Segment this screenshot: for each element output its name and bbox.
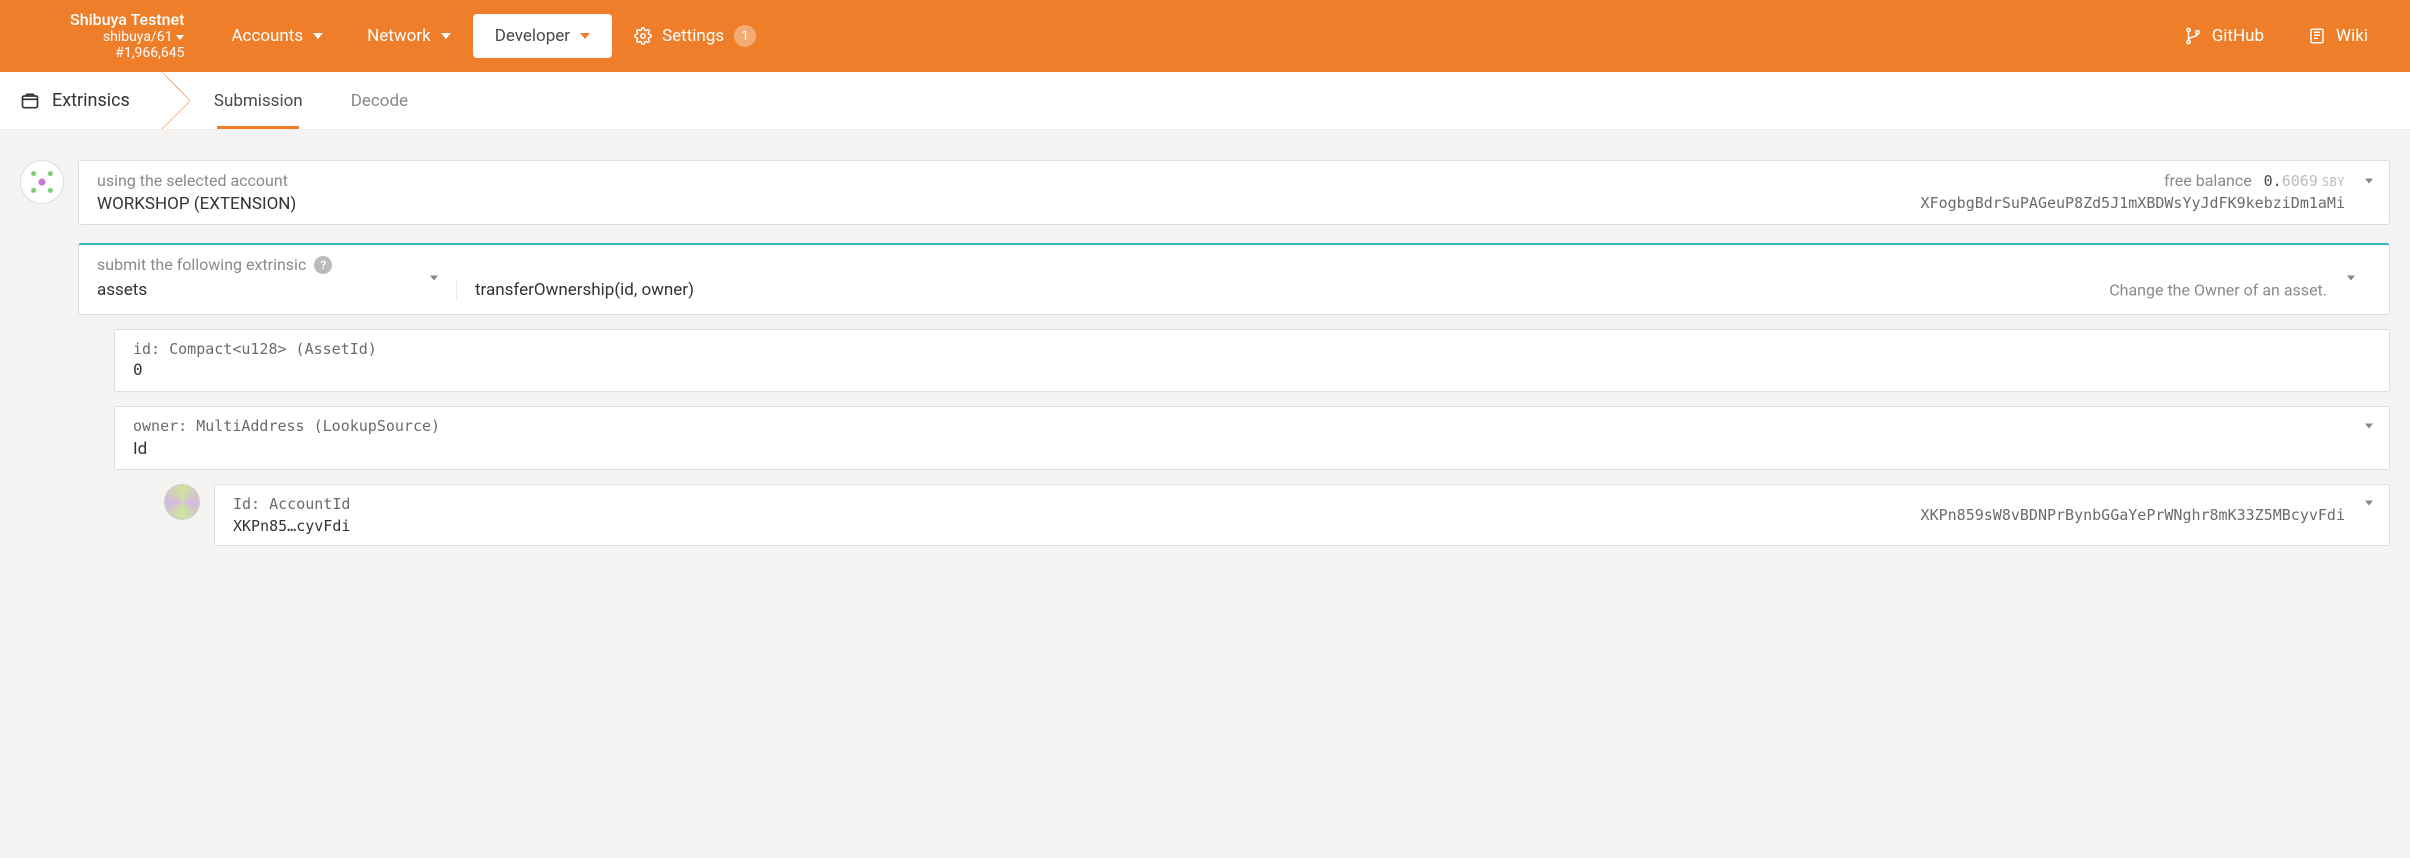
chevron-down-icon [176, 35, 184, 40]
param-id-row: id: Compact<u128> (AssetId) [78, 329, 2390, 392]
help-icon[interactable]: ? [314, 256, 332, 274]
extrinsic-row: submit the following extrinsic ? assets … [20, 243, 2390, 315]
network-block: #1,966,645 [115, 45, 184, 61]
nav-developer[interactable]: Developer [473, 14, 612, 58]
extrinsics-icon [20, 91, 40, 111]
extrinsic-selector: submit the following extrinsic ? assets … [78, 243, 2390, 315]
chevron-down-icon [430, 281, 438, 300]
chevron-down-icon [580, 33, 590, 39]
network-name: Shibuya Testnet [70, 11, 184, 29]
tab-submission[interactable]: Submission [190, 72, 327, 129]
nav-network[interactable]: Network [345, 14, 473, 58]
param-owner-label: owner: MultiAddress (LookupSource) [133, 417, 2371, 435]
git-branch-icon [2184, 27, 2202, 45]
param-accountid-selector[interactable]: Id: AccountId XKPn85…cyvFdi XKPn859sW8vB… [214, 484, 2390, 546]
account-selector[interactable]: using the selected account WORKSHOP (EXT… [78, 160, 2390, 225]
page-title: Extrinsics [20, 72, 190, 129]
top-navbar: Shibuya Testnet shibuya/61 #1,966,645 Ac… [0, 0, 2410, 72]
call-dropdown[interactable]: transferOwnership(id, owner) Change the … [457, 280, 2371, 300]
balance-label: free balance 0.6069SBY [2164, 171, 2345, 190]
chevron-down-icon [313, 33, 323, 39]
param-owner-row: owner: MultiAddress (LookupSource) Id [78, 406, 2390, 470]
network-sub: shibuya/61 [103, 29, 185, 45]
chevron-down-icon [441, 33, 451, 39]
nav-accounts[interactable]: Accounts [209, 14, 345, 58]
param-accountid-full: XKPn859sW8vBDNPrBynbGGaYePrWNghr8mK33Z5M… [1921, 506, 2345, 524]
tab-decode[interactable]: Decode [327, 72, 432, 129]
call-description: Change the Owner of an asset. [2109, 281, 2327, 300]
balance-value: 0.6069SBY [2264, 172, 2345, 190]
account-address: XFogbgBdrSuPAGeuP8Zd5J1mXBDWsYyJdFK9kebz… [1921, 194, 2345, 212]
module-dropdown[interactable]: assets [97, 280, 457, 300]
chevron-down-icon [2365, 183, 2373, 202]
nav-wiki[interactable]: Wiki [2286, 14, 2390, 58]
nav-settings[interactable]: Settings 1 [612, 14, 778, 58]
subnav: Extrinsics Submission Decode [0, 72, 2410, 130]
param-id-label: id: Compact<u128> (AssetId) [133, 340, 2371, 358]
param-id-input[interactable]: id: Compact<u128> (AssetId) [114, 329, 2390, 392]
network-selector[interactable]: Shibuya Testnet shibuya/61 #1,966,645 [70, 11, 209, 62]
content-area: using the selected account WORKSHOP (EXT… [0, 130, 2410, 566]
owner-identicon [164, 484, 200, 520]
param-owner-dropdown[interactable]: owner: MultiAddress (LookupSource) Id [114, 406, 2390, 470]
settings-badge: 1 [734, 25, 756, 47]
param-accountid-row: Id: AccountId XKPn85…cyvFdi XKPn859sW8vB… [114, 484, 2390, 546]
param-id-value[interactable] [133, 358, 2371, 381]
chevron-down-icon [2365, 429, 2373, 448]
account-row: using the selected account WORKSHOP (EXT… [20, 160, 2390, 225]
extrinsic-label: submit the following extrinsic ? [97, 255, 2371, 274]
chevron-down-icon [2365, 506, 2373, 525]
account-identicon [20, 160, 64, 204]
chevron-down-icon [2347, 281, 2355, 300]
gear-icon [634, 27, 652, 45]
param-owner-value: Id [133, 439, 2371, 459]
book-icon [2308, 27, 2326, 45]
nav-github[interactable]: GitHub [2162, 14, 2286, 58]
